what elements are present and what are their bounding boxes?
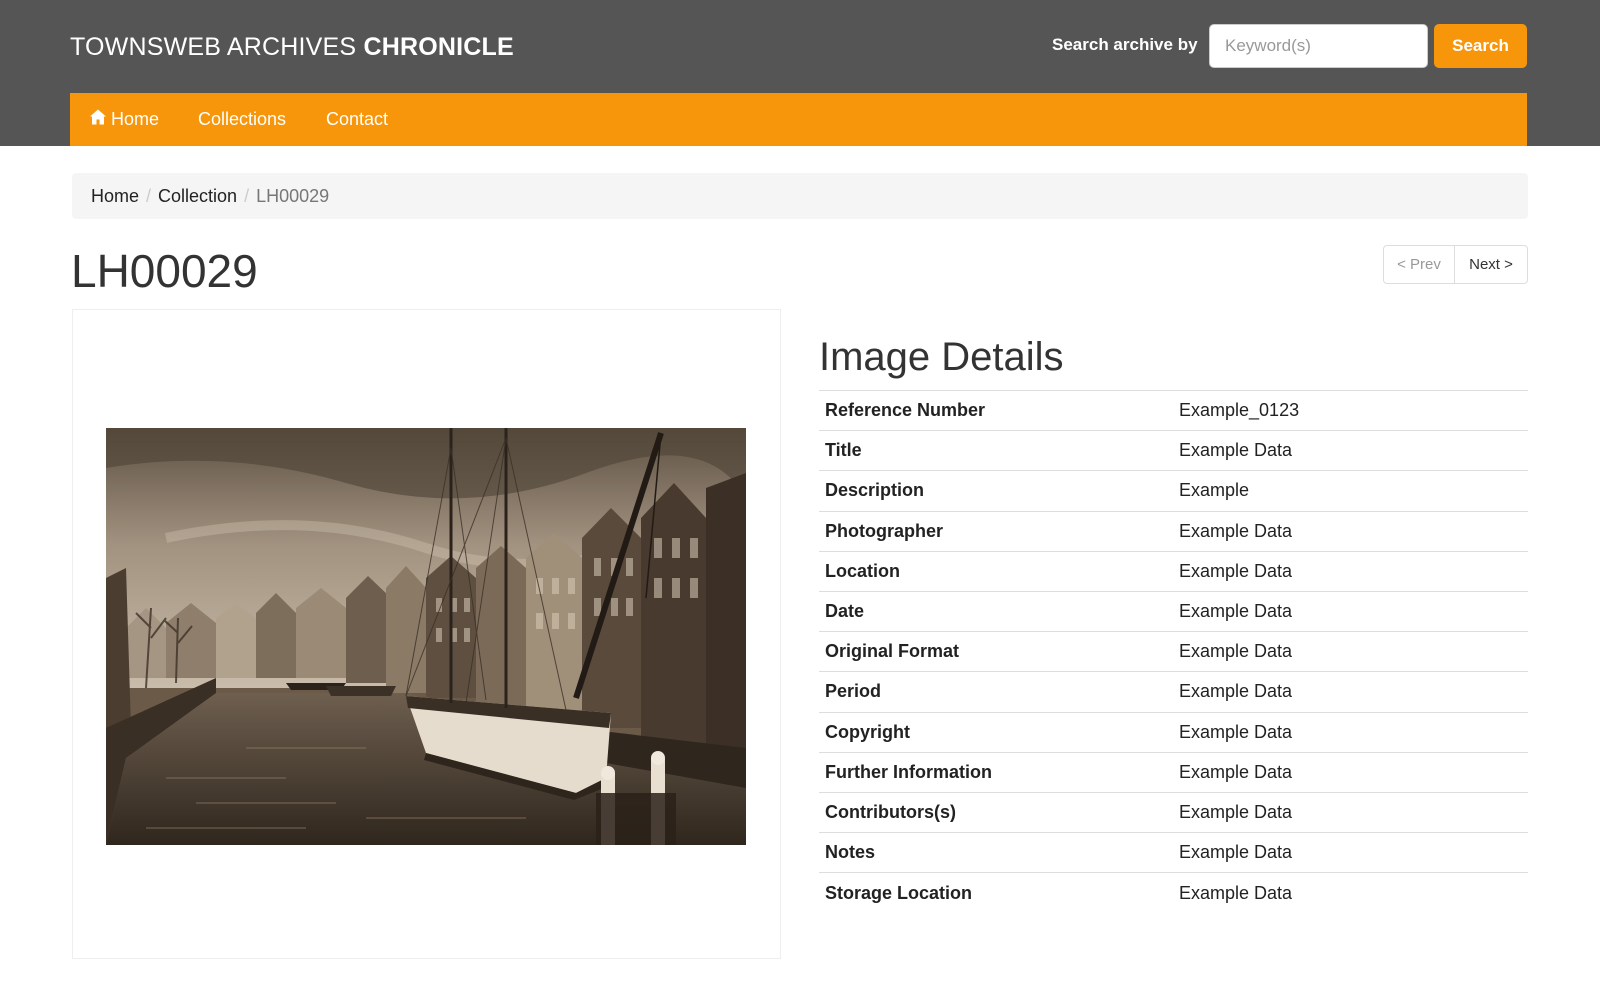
sepia-canal-photo bbox=[106, 428, 746, 845]
table-row: Reference Number Example_0123 bbox=[819, 389, 1528, 431]
detail-value: Example Data bbox=[1173, 430, 1528, 471]
home-icon bbox=[90, 109, 106, 125]
breadcrumb-collection[interactable]: Collection bbox=[158, 186, 237, 206]
details-heading: Image Details bbox=[819, 335, 1064, 379]
detail-value: Example_0123 bbox=[1173, 389, 1528, 431]
breadcrumb: Home / Collection / LH00029 bbox=[72, 173, 1528, 219]
detail-label: Contributors(s) bbox=[819, 791, 1173, 833]
detail-value: Example bbox=[1173, 470, 1528, 512]
detail-value: Example Data bbox=[1173, 872, 1528, 913]
search-label: Search archive by bbox=[1052, 35, 1198, 54]
detail-label: Title bbox=[819, 430, 1173, 471]
detail-label: Location bbox=[819, 550, 1173, 592]
image-panel bbox=[72, 309, 781, 959]
table-row: Copyright Example Data bbox=[819, 711, 1528, 753]
prev-button[interactable]: < Prev bbox=[1383, 245, 1455, 284]
detail-value: Example Data bbox=[1173, 510, 1528, 552]
pager: < Prev Next > bbox=[1383, 245, 1528, 284]
detail-label: Date bbox=[819, 590, 1173, 632]
archive-photo[interactable] bbox=[106, 428, 746, 845]
detail-value: Example Data bbox=[1173, 791, 1528, 833]
breadcrumb-current: LH00029 bbox=[256, 186, 330, 206]
detail-label: Copyright bbox=[819, 711, 1173, 753]
brand-light-text: TOWNSWEB ARCHIVES bbox=[70, 33, 364, 61]
table-row: Notes Example Data bbox=[819, 832, 1528, 873]
detail-label: Notes bbox=[819, 832, 1173, 873]
detail-value: Example Data bbox=[1173, 550, 1528, 592]
table-row: Location Example Data bbox=[819, 550, 1528, 592]
breadcrumb-separator: / bbox=[146, 186, 152, 206]
detail-value: Example Data bbox=[1173, 751, 1528, 793]
table-row: Further Information Example Data bbox=[819, 751, 1528, 793]
table-row: Date Example Data bbox=[819, 590, 1528, 632]
nav-item-contact[interactable]: Contact bbox=[326, 93, 388, 146]
table-row: Contributors(s) Example Data bbox=[819, 791, 1528, 833]
detail-value: Example Data bbox=[1173, 671, 1528, 712]
next-button[interactable]: Next > bbox=[1455, 245, 1528, 284]
detail-label: Storage Location bbox=[819, 872, 1173, 913]
brand-bold-text: CHRONICLE bbox=[363, 33, 514, 61]
table-row: Photographer Example Data bbox=[819, 510, 1528, 552]
main-nav: Home Collections Contact bbox=[70, 93, 1527, 146]
detail-value: Example Data bbox=[1173, 631, 1528, 672]
detail-value: Example Data bbox=[1173, 590, 1528, 632]
page-title: LH00029 bbox=[71, 245, 258, 297]
detail-label: Original Format bbox=[819, 631, 1173, 672]
nav-home-label: Home bbox=[111, 109, 160, 129]
detail-label: Photographer bbox=[819, 510, 1173, 552]
table-row: Original Format Example Data bbox=[819, 631, 1528, 672]
search-button[interactable]: Search bbox=[1434, 24, 1527, 68]
details-table: Reference Number Example_0123 Title Exampl… bbox=[819, 389, 1528, 913]
detail-label: Period bbox=[819, 671, 1173, 712]
detail-value: Example Data bbox=[1173, 711, 1528, 753]
nav-item-collections[interactable]: Collections bbox=[198, 93, 286, 146]
table-row: Period Example Data bbox=[819, 671, 1528, 712]
breadcrumb-separator: / bbox=[244, 186, 250, 206]
table-row: Title Example Data bbox=[819, 430, 1528, 471]
search-input[interactable] bbox=[1209, 24, 1428, 68]
site-logo[interactable]: TOWNSWEB ARCHIVES CHRONICLE bbox=[70, 30, 514, 64]
breadcrumb-home[interactable]: Home bbox=[91, 186, 139, 206]
detail-value: Example Data bbox=[1173, 832, 1528, 873]
nav-item-home[interactable]: Home bbox=[89, 93, 159, 146]
detail-label: Further Information bbox=[819, 751, 1173, 793]
detail-label: Reference Number bbox=[819, 389, 1173, 431]
detail-label: Description bbox=[819, 470, 1173, 512]
table-row: Storage Location Example Data bbox=[819, 872, 1528, 913]
table-row: Description Example bbox=[819, 470, 1528, 512]
